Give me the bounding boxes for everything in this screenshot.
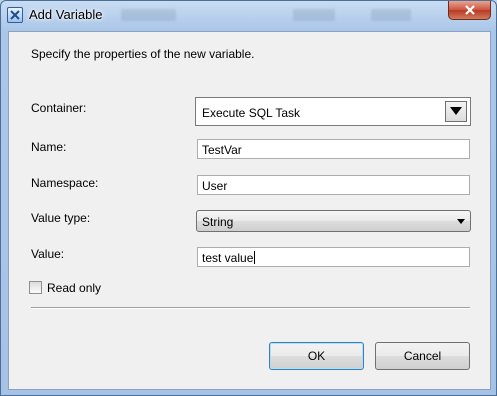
chevron-down-icon xyxy=(457,219,465,224)
separator xyxy=(31,307,470,308)
intro-text: Specify the properties of the new variab… xyxy=(31,47,255,61)
close-icon xyxy=(465,5,475,15)
value-input[interactable]: test value xyxy=(197,247,470,267)
value-type-label: Value type: xyxy=(31,211,91,225)
value-type-select[interactable]: String xyxy=(196,210,471,232)
container-label: Container: xyxy=(31,101,87,115)
ok-button[interactable]: OK xyxy=(269,342,364,370)
cancel-button[interactable]: Cancel xyxy=(375,342,470,370)
window-title: Add Variable xyxy=(29,7,103,22)
value-type-value: String xyxy=(202,215,234,229)
close-button[interactable] xyxy=(448,1,491,20)
chevron-down-icon xyxy=(450,107,462,115)
title-bar[interactable]: Add Variable xyxy=(1,1,496,31)
value-text: test value xyxy=(202,251,254,265)
namespace-label: Namespace: xyxy=(31,176,99,190)
read-only-label[interactable]: Read only xyxy=(47,281,101,295)
container-dropdown-button[interactable] xyxy=(445,101,467,122)
namespace-input[interactable]: User xyxy=(197,175,470,195)
name-input[interactable]: TestVar xyxy=(197,139,470,159)
add-variable-dialog: Add Variable Specify the properties of t… xyxy=(0,0,497,396)
text-caret xyxy=(254,251,256,264)
value-label: Value: xyxy=(31,247,65,261)
container-combo[interactable]: Execute SQL Task xyxy=(195,97,471,126)
dialog-body: Specify the properties of the new variab… xyxy=(8,31,491,390)
variable-icon xyxy=(7,7,23,23)
read-only-checkbox[interactable] xyxy=(29,281,42,294)
background-hint xyxy=(293,9,335,21)
name-label: Name: xyxy=(31,140,67,154)
background-hint xyxy=(371,9,411,21)
background-hint xyxy=(121,9,176,21)
container-value: Execute SQL Task xyxy=(202,106,301,120)
